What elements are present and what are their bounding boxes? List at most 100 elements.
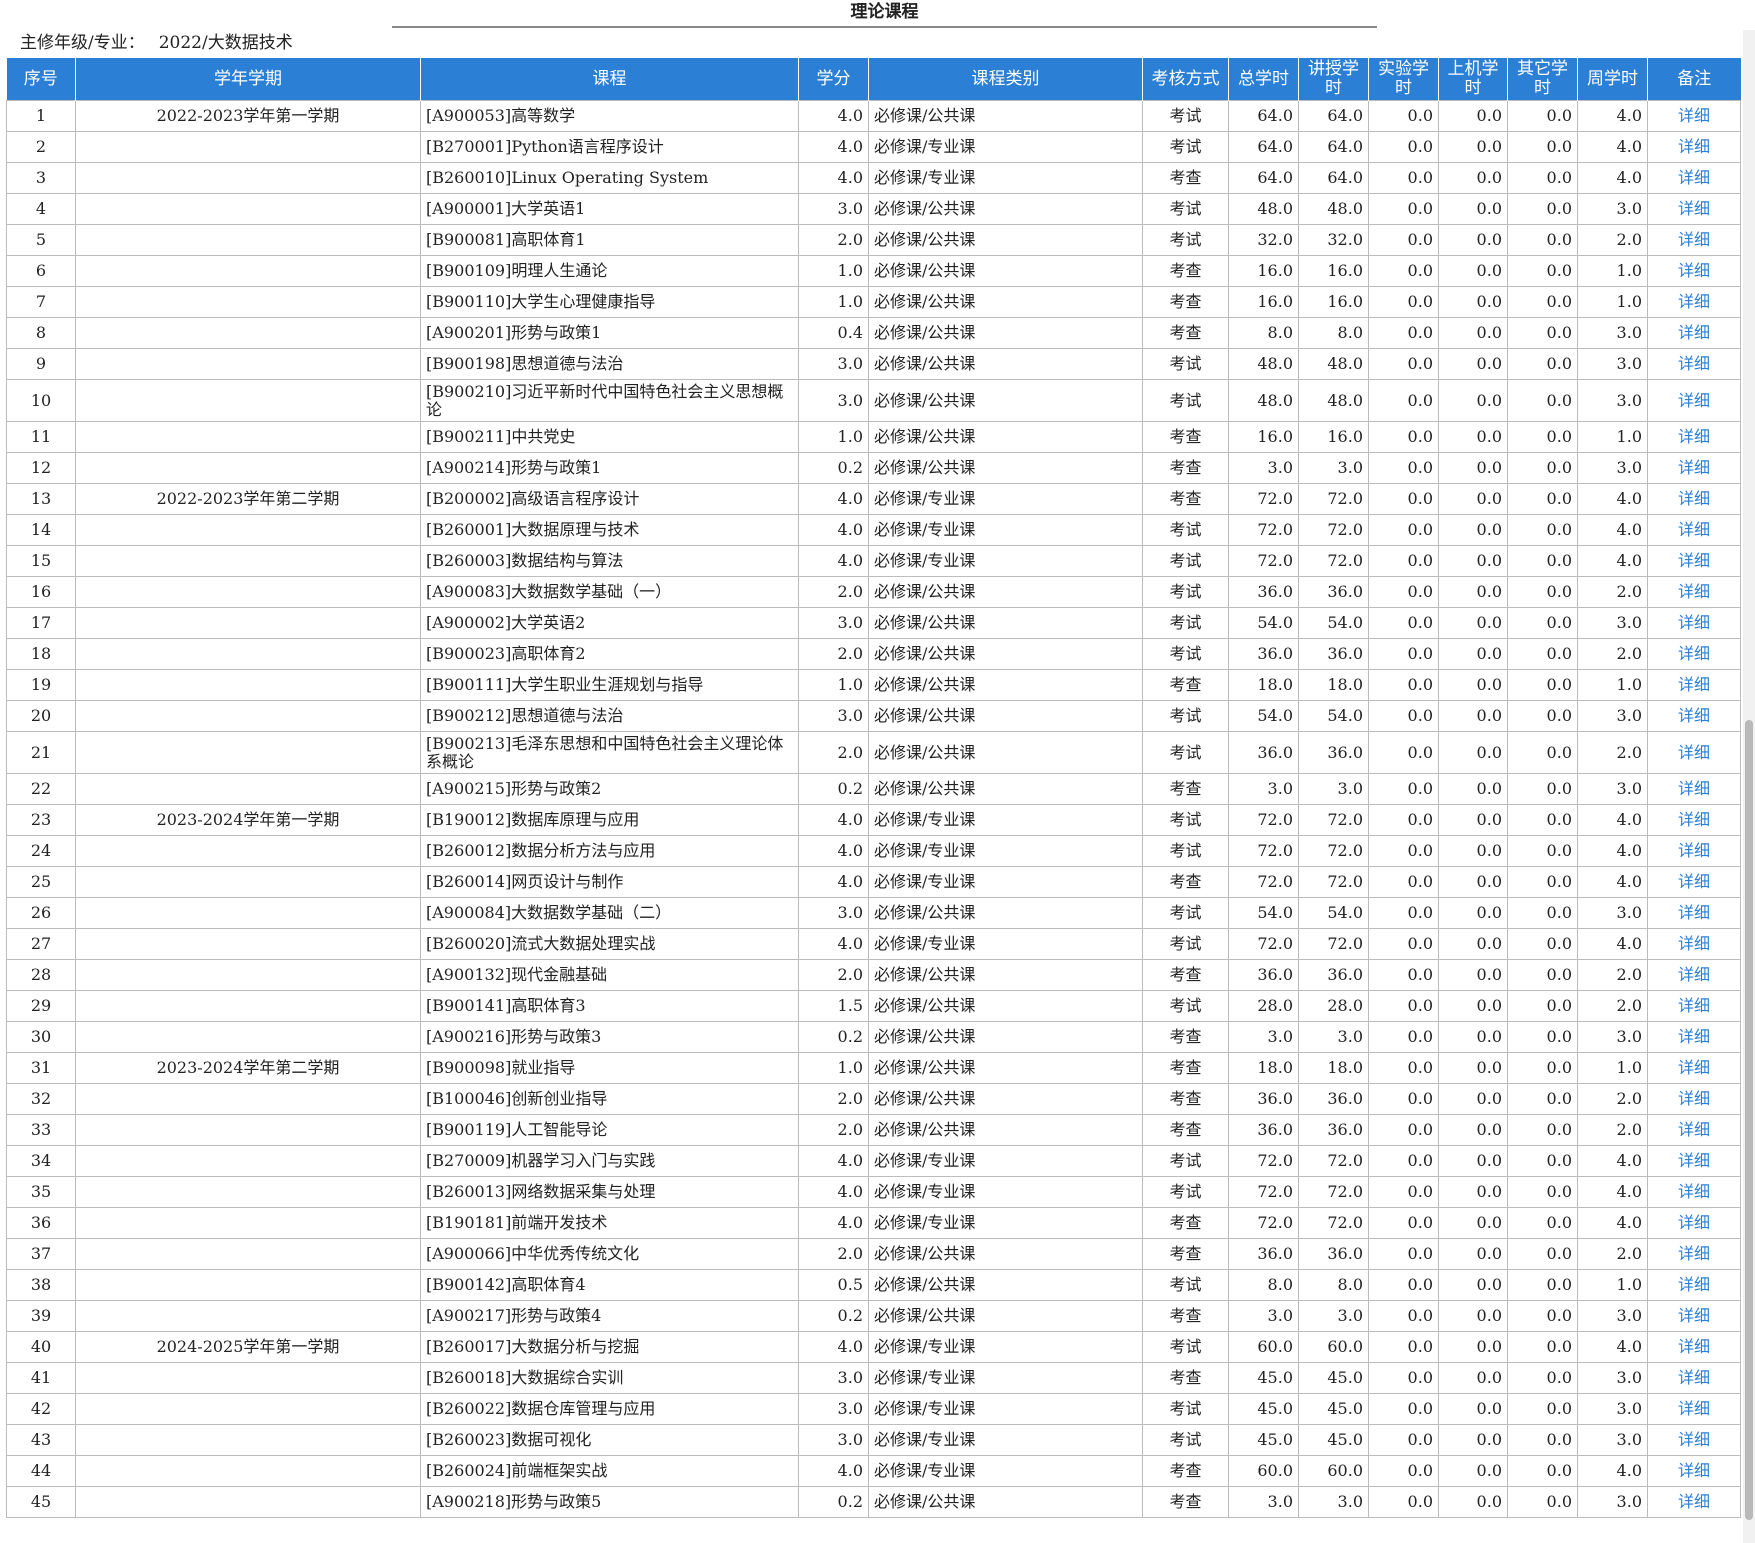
- detail-link[interactable]: 详细: [1678, 230, 1710, 249]
- detail-link[interactable]: 详细: [1678, 996, 1710, 1015]
- cell-lab-hours: 0.0: [1368, 1300, 1439, 1332]
- cell-weekly-hours: 4.0: [1577, 1331, 1648, 1363]
- detail-link[interactable]: 详细: [1678, 137, 1710, 156]
- detail-link[interactable]: 详细: [1678, 810, 1710, 829]
- cell-lecture-hours: 32.0: [1298, 224, 1369, 256]
- cell-lecture-hours: 45.0: [1298, 1424, 1369, 1456]
- cell-lecture-hours: 64.0: [1298, 100, 1369, 132]
- cell-credit: 1.0: [798, 255, 869, 287]
- detail-link[interactable]: 详细: [1678, 1058, 1710, 1077]
- cell-semester: [75, 928, 421, 960]
- cell-remark: 详细: [1647, 1021, 1741, 1053]
- cell-lab-hours: 0.0: [1368, 317, 1439, 349]
- detail-link[interactable]: 详细: [1678, 582, 1710, 601]
- cell-semester: [75, 255, 421, 287]
- cell-lecture-hours: 36.0: [1298, 638, 1369, 670]
- detail-link[interactable]: 详细: [1678, 965, 1710, 984]
- detail-link[interactable]: 详细: [1678, 1337, 1710, 1356]
- detail-link[interactable]: 详细: [1678, 292, 1710, 311]
- cell-exam: 考查: [1142, 1455, 1229, 1487]
- detail-link[interactable]: 详细: [1678, 1399, 1710, 1418]
- detail-link[interactable]: 详细: [1678, 1306, 1710, 1325]
- cell-total-hours: 72.0: [1228, 1145, 1299, 1177]
- detail-link[interactable]: 详细: [1678, 872, 1710, 891]
- table-row: 43 [B260023]数据可视化 3.0 必修课/专业课 考试 45.0 45.0 0.0 0…: [6, 1424, 1741, 1456]
- vertical-scrollbar[interactable]: [1743, 30, 1755, 1543]
- cell-computer-hours: 0.0: [1438, 224, 1508, 256]
- cell-semester: [75, 1393, 421, 1425]
- cell-lab-hours: 0.0: [1368, 545, 1439, 577]
- detail-link[interactable]: 详细: [1678, 1461, 1710, 1480]
- detail-link[interactable]: 详细: [1678, 106, 1710, 125]
- cell-computer-hours: 0.0: [1438, 866, 1508, 898]
- cell-category: 必修课/公共课: [868, 1238, 1143, 1270]
- cell-lecture-hours: 72.0: [1298, 545, 1369, 577]
- cell-lecture-hours: 48.0: [1298, 348, 1369, 380]
- cell-no: 28: [6, 959, 76, 991]
- detail-link[interactable]: 详细: [1678, 934, 1710, 953]
- cell-credit: 3.0: [798, 193, 869, 225]
- detail-link[interactable]: 详细: [1678, 779, 1710, 798]
- cell-other-hours: 0.0: [1507, 1455, 1578, 1487]
- detail-link[interactable]: 详细: [1678, 1182, 1710, 1201]
- detail-link[interactable]: 详细: [1678, 1492, 1710, 1511]
- table-row: 5 [B900081]高职体育1 2.0 必修课/公共课 考试 32.0 32.0 0.0 0.…: [6, 224, 1741, 256]
- detail-link[interactable]: 详细: [1678, 841, 1710, 860]
- cell-no: 1: [6, 100, 76, 132]
- detail-link[interactable]: 详细: [1678, 354, 1710, 373]
- detail-link[interactable]: 详细: [1678, 199, 1710, 218]
- detail-link[interactable]: 详细: [1678, 1275, 1710, 1294]
- detail-link[interactable]: 详细: [1678, 1430, 1710, 1449]
- detail-link[interactable]: 详细: [1678, 613, 1710, 632]
- cell-credit: 2.0: [798, 224, 869, 256]
- cell-course: [A900217]形势与政策4: [420, 1300, 799, 1332]
- detail-link[interactable]: 详细: [1678, 1151, 1710, 1170]
- cell-computer-hours: 0.0: [1438, 1300, 1508, 1332]
- detail-link[interactable]: 详细: [1678, 1213, 1710, 1232]
- detail-link[interactable]: 详细: [1678, 1089, 1710, 1108]
- detail-link[interactable]: 详细: [1678, 675, 1710, 694]
- cell-weekly-hours: 2.0: [1577, 576, 1648, 608]
- cell-credit: 1.0: [798, 421, 869, 453]
- cell-lab-hours: 0.0: [1368, 1114, 1439, 1146]
- cell-credit: 2.0: [798, 959, 869, 991]
- detail-link[interactable]: 详细: [1678, 458, 1710, 477]
- detail-link[interactable]: 详细: [1678, 1027, 1710, 1046]
- cell-category: 必修课/公共课: [868, 317, 1143, 349]
- cell-computer-hours: 0.0: [1438, 421, 1508, 453]
- table-row: 1 2022-2023学年第一学期 [A900053]高等数学 4.0 必修课/公共课考…: [6, 100, 1741, 132]
- cell-computer-hours: 0.0: [1438, 1238, 1508, 1270]
- detail-link[interactable]: 详细: [1678, 323, 1710, 342]
- cell-course: [B260001]大数据原理与技术: [420, 514, 799, 546]
- cell-no: 19: [6, 669, 76, 701]
- detail-link[interactable]: 详细: [1678, 489, 1710, 508]
- detail-link[interactable]: 详细: [1678, 520, 1710, 539]
- detail-link[interactable]: 详细: [1678, 1368, 1710, 1387]
- cell-lab-hours: 0.0: [1368, 1083, 1439, 1115]
- detail-link[interactable]: 详细: [1678, 391, 1710, 410]
- detail-link[interactable]: 详细: [1678, 903, 1710, 922]
- cell-lecture-hours: 3.0: [1298, 773, 1369, 805]
- detail-link[interactable]: 详细: [1678, 427, 1710, 446]
- detail-link[interactable]: 详细: [1678, 743, 1710, 762]
- detail-link[interactable]: 详细: [1678, 551, 1710, 570]
- major-value: 2022/大数据技术: [158, 33, 293, 53]
- cell-computer-hours: 0.0: [1438, 514, 1508, 546]
- detail-link[interactable]: 详细: [1678, 1120, 1710, 1139]
- detail-link[interactable]: 详细: [1678, 1244, 1710, 1263]
- cell-lecture-hours: 72.0: [1298, 1207, 1369, 1239]
- cell-exam: 考查: [1142, 1300, 1229, 1332]
- cell-weekly-hours: 3.0: [1577, 1486, 1648, 1518]
- detail-link[interactable]: 详细: [1678, 644, 1710, 663]
- cell-category: 必修课/公共课: [868, 1021, 1143, 1053]
- cell-total-hours: 18.0: [1228, 669, 1299, 701]
- cell-computer-hours: 0.0: [1438, 669, 1508, 701]
- detail-link[interactable]: 详细: [1678, 168, 1710, 187]
- detail-link[interactable]: 详细: [1678, 261, 1710, 280]
- cell-other-hours: 0.0: [1507, 1331, 1578, 1363]
- cell-weekly-hours: 1.0: [1577, 255, 1648, 287]
- cell-semester: [75, 452, 421, 484]
- cell-category: 必修课/公共课: [868, 379, 1143, 422]
- detail-link[interactable]: 详细: [1678, 706, 1710, 725]
- scrollbar-thumb[interactable]: [1745, 720, 1753, 1520]
